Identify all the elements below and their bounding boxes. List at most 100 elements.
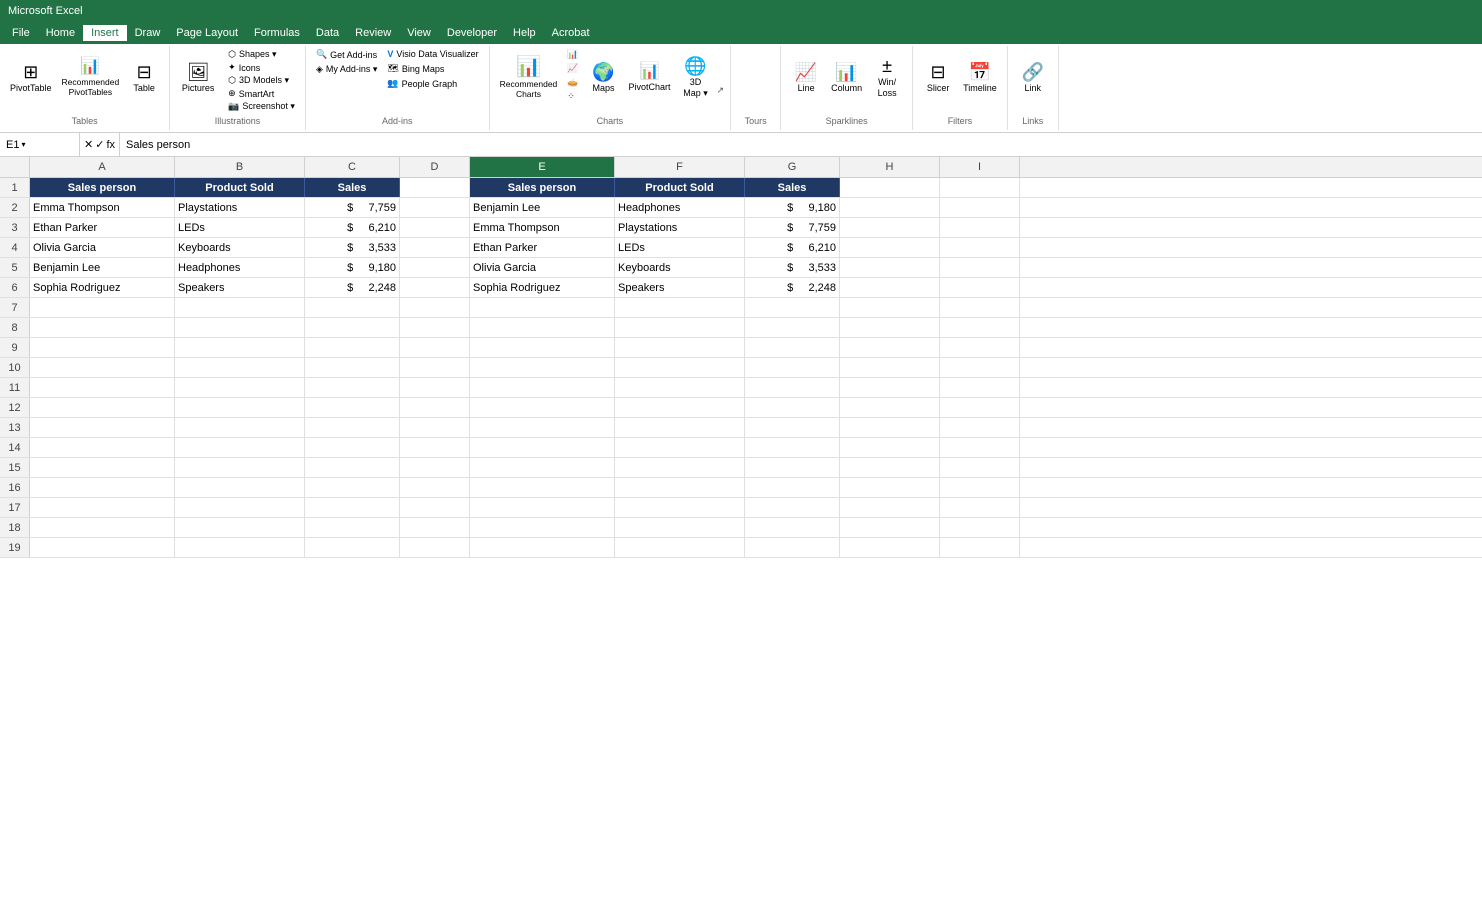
cell-c6[interactable]: $ 2,248 <box>305 278 400 297</box>
menu-review[interactable]: Review <box>347 25 399 41</box>
pivot-table-button[interactable]: ⊞ PivotTable <box>6 48 56 108</box>
cell-e9[interactable] <box>470 338 615 357</box>
shapes-button[interactable]: ⬡ Shapes ▾ <box>224 48 299 61</box>
cell-d10[interactable] <box>400 358 470 377</box>
menu-draw[interactable]: Draw <box>127 25 169 41</box>
cell-f9[interactable] <box>615 338 745 357</box>
cell-g19[interactable] <box>745 538 840 557</box>
cell-i10[interactable] <box>940 358 1020 377</box>
cell-f10[interactable] <box>615 358 745 377</box>
col-header-h[interactable]: H <box>840 157 940 177</box>
cell-g4[interactable]: $ 6,210 <box>745 238 840 257</box>
col-header-g[interactable]: G <box>745 157 840 177</box>
cell-h3[interactable] <box>840 218 940 237</box>
cell-a17[interactable] <box>30 498 175 517</box>
cell-c18[interactable] <box>305 518 400 537</box>
cell-e4[interactable]: Ethan Parker <box>470 238 615 257</box>
cell-f19[interactable] <box>615 538 745 557</box>
cell-f3[interactable]: Playstations <box>615 218 745 237</box>
cell-i8[interactable] <box>940 318 1020 337</box>
cell-g5[interactable]: $ 3,533 <box>745 258 840 277</box>
cell-reference-box[interactable]: E1 ▾ <box>0 133 80 156</box>
cell-g13[interactable] <box>745 418 840 437</box>
col-header-a[interactable]: A <box>30 157 175 177</box>
cell-d4[interactable] <box>400 238 470 257</box>
cell-h13[interactable] <box>840 418 940 437</box>
cell-d5[interactable] <box>400 258 470 277</box>
timeline-button[interactable]: 📅 Timeline <box>959 48 1001 108</box>
cell-c10[interactable] <box>305 358 400 377</box>
cell-h16[interactable] <box>840 478 940 497</box>
cell-d12[interactable] <box>400 398 470 417</box>
cell-b8[interactable] <box>175 318 305 337</box>
cell-e17[interactable] <box>470 498 615 517</box>
function-icon[interactable]: fx <box>106 139 115 151</box>
cell-g1[interactable]: Sales <box>745 178 840 197</box>
cell-h6[interactable] <box>840 278 940 297</box>
cell-d14[interactable] <box>400 438 470 457</box>
cell-f1[interactable]: Product Sold <box>615 178 745 197</box>
cell-f8[interactable] <box>615 318 745 337</box>
cell-g3[interactable]: $ 7,759 <box>745 218 840 237</box>
cell-c2[interactable]: $ 7,759 <box>305 198 400 217</box>
cell-b16[interactable] <box>175 478 305 497</box>
cell-h15[interactable] <box>840 458 940 477</box>
cell-b11[interactable] <box>175 378 305 397</box>
cell-f13[interactable] <box>615 418 745 437</box>
cell-e5[interactable]: Olivia Garcia <box>470 258 615 277</box>
cell-i15[interactable] <box>940 458 1020 477</box>
cell-a18[interactable] <box>30 518 175 537</box>
cell-e1[interactable]: Sales person <box>470 178 615 197</box>
recommended-pivot-button[interactable]: 📊 RecommendedPivotTables <box>58 48 124 108</box>
cell-b14[interactable] <box>175 438 305 457</box>
cell-a3[interactable]: Ethan Parker <box>30 218 175 237</box>
cell-a4[interactable]: Olivia Garcia <box>30 238 175 257</box>
smartart-button[interactable]: ⊕ SmartArt <box>224 87 299 100</box>
cell-a13[interactable] <box>30 418 175 437</box>
cell-g15[interactable] <box>745 458 840 477</box>
line-chart-button[interactable]: 📈 <box>563 62 582 75</box>
cell-i12[interactable] <box>940 398 1020 417</box>
cell-a6[interactable]: Sophia Rodriguez <box>30 278 175 297</box>
cell-f15[interactable] <box>615 458 745 477</box>
cell-h7[interactable] <box>840 298 940 317</box>
win-loss-button[interactable]: ± Win/Loss <box>868 48 906 108</box>
cell-f7[interactable] <box>615 298 745 317</box>
cell-b2[interactable]: Playstations <box>175 198 305 217</box>
cell-h14[interactable] <box>840 438 940 457</box>
cell-i16[interactable] <box>940 478 1020 497</box>
cell-g9[interactable] <box>745 338 840 357</box>
col-header-d[interactable]: D <box>400 157 470 177</box>
people-graph-button[interactable]: 👥 People Graph <box>383 77 482 90</box>
cell-d6[interactable] <box>400 278 470 297</box>
cell-c7[interactable] <box>305 298 400 317</box>
scatter-chart-button[interactable]: ⁘ <box>563 90 582 103</box>
cell-d19[interactable] <box>400 538 470 557</box>
cell-e15[interactable] <box>470 458 615 477</box>
cell-f16[interactable] <box>615 478 745 497</box>
menu-file[interactable]: File <box>4 25 38 41</box>
cell-f4[interactable]: LEDs <box>615 238 745 257</box>
cell-i13[interactable] <box>940 418 1020 437</box>
cell-c13[interactable] <box>305 418 400 437</box>
cell-g7[interactable] <box>745 298 840 317</box>
cell-i18[interactable] <box>940 518 1020 537</box>
cell-a7[interactable] <box>30 298 175 317</box>
cell-i9[interactable] <box>940 338 1020 357</box>
menu-developer[interactable]: Developer <box>439 25 505 41</box>
cell-a1[interactable]: Sales person <box>30 178 175 197</box>
cell-f5[interactable]: Keyboards <box>615 258 745 277</box>
cell-b7[interactable] <box>175 298 305 317</box>
line-spark-button[interactable]: 📈 Line <box>787 48 825 108</box>
cell-h8[interactable] <box>840 318 940 337</box>
cell-h9[interactable] <box>840 338 940 357</box>
cell-d9[interactable] <box>400 338 470 357</box>
cell-b15[interactable] <box>175 458 305 477</box>
confirm-formula-icon[interactable]: ✓ <box>95 138 104 151</box>
cell-i6[interactable] <box>940 278 1020 297</box>
cell-b9[interactable] <box>175 338 305 357</box>
my-addins-button[interactable]: ◈ My Add-ins ▾ <box>312 63 381 76</box>
screenshot-button[interactable]: 📷 Screenshot ▾ <box>224 100 299 113</box>
cell-b3[interactable]: LEDs <box>175 218 305 237</box>
cell-f2[interactable]: Headphones <box>615 198 745 217</box>
